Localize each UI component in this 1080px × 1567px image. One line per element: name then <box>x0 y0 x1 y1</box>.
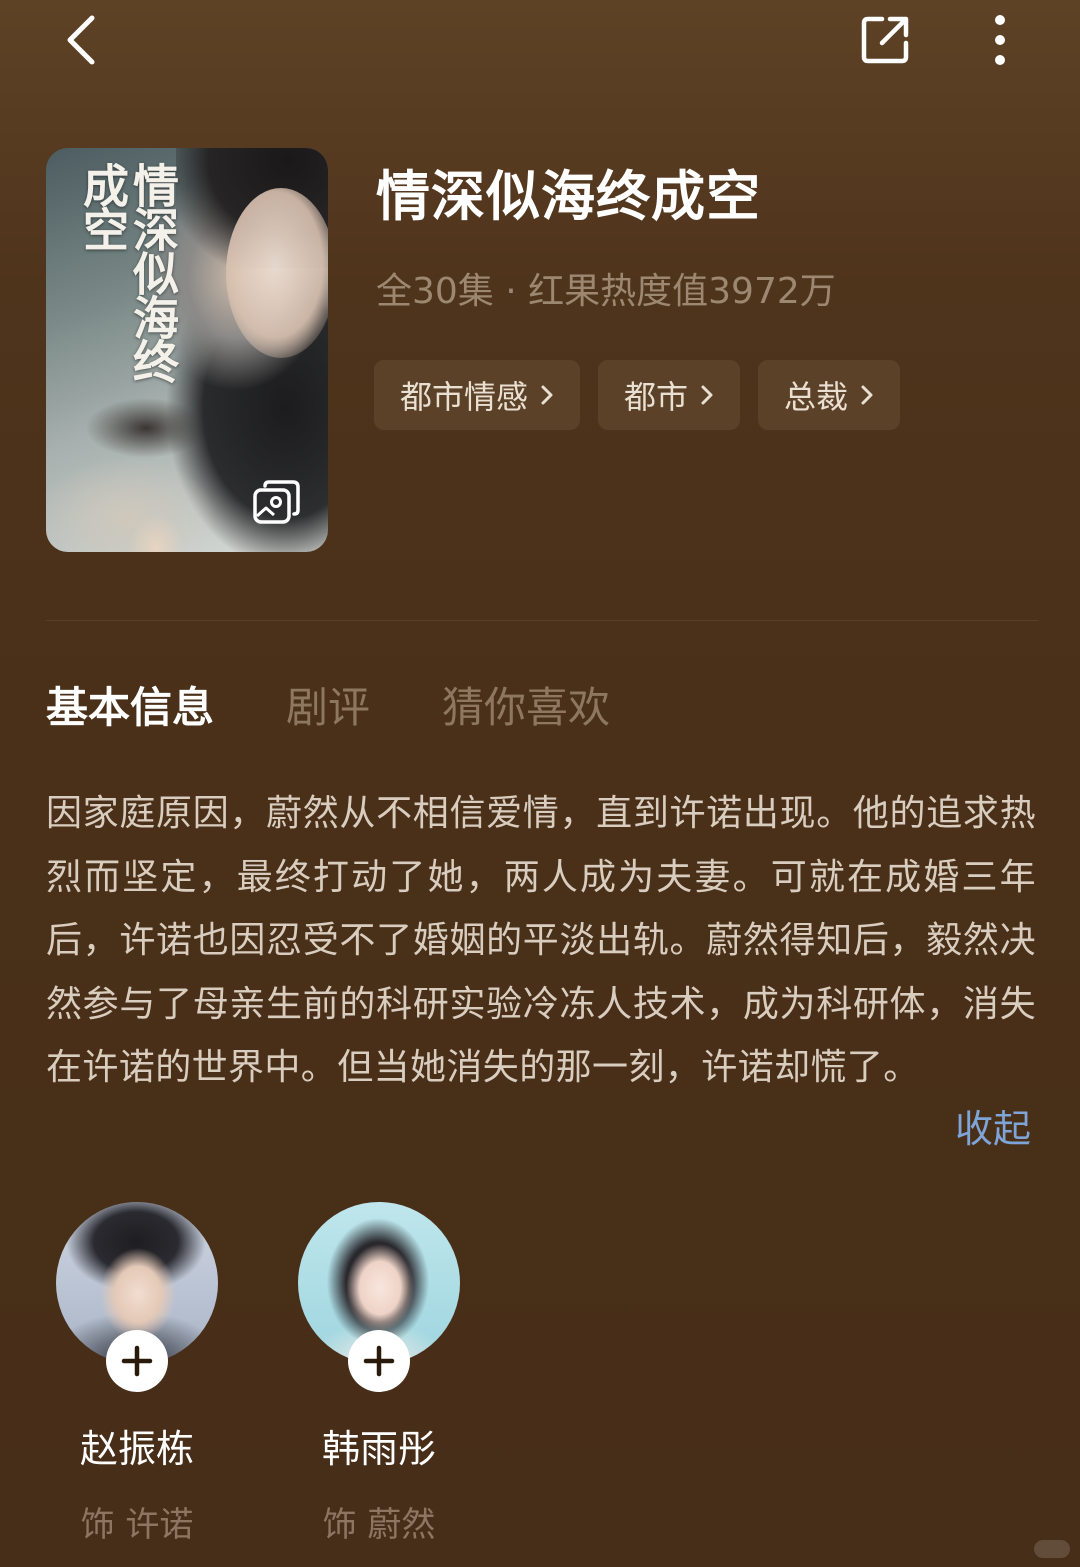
chevron-right-icon <box>861 385 873 405</box>
back-button[interactable] <box>50 8 110 72</box>
poster-artwork-face <box>226 188 328 358</box>
chevron-right-icon <box>541 385 553 405</box>
follow-button[interactable] <box>106 1330 168 1392</box>
tab-basic-info[interactable]: 基本信息 <box>46 674 214 735</box>
share-button[interactable] <box>852 8 918 72</box>
actor-role: 饰 许诺 <box>80 1505 194 1545</box>
chevron-left-icon <box>67 15 95 65</box>
cast-card[interactable]: 赵振栋 饰 许诺 <box>52 1202 222 1546</box>
avatar[interactable] <box>298 1202 460 1392</box>
tag-button[interactable]: 都市情感 <box>374 360 581 430</box>
tab-recommendations[interactable]: 猜你喜欢 <box>442 674 610 735</box>
tag-label: 都市情感 <box>400 378 529 416</box>
actor-name: 赵振栋 <box>79 1427 194 1471</box>
follow-button[interactable] <box>348 1330 410 1392</box>
tag-button[interactable]: 都市 <box>598 360 741 430</box>
tag-button[interactable]: 总裁 <box>758 360 901 430</box>
tab-bar: 基本信息 剧评 猜你喜欢 <box>46 674 682 735</box>
watermark-badge <box>1034 1540 1070 1558</box>
drama-title: 情深似海终成空 <box>376 165 761 228</box>
tab-reviews[interactable]: 剧评 <box>286 674 370 735</box>
top-bar <box>0 0 1080 90</box>
section-divider <box>46 620 1038 621</box>
more-vertical-icon <box>995 15 1005 65</box>
synopsis-text: 因家庭原因，蔚然从不相信爱情，直到许诺出现。他的追求热烈而坚定，最终打动了她，两… <box>46 793 1036 1088</box>
poster-title-calligraphy: 情深似海终成空 <box>76 162 180 382</box>
actor-role: 饰 蔚然 <box>322 1505 436 1545</box>
collapse-link[interactable]: 收起 <box>955 1098 1031 1153</box>
poster-artwork-figure <box>46 398 226 552</box>
drama-meta: 全30集 · 红果热度值3972万 <box>376 271 836 312</box>
gallery-icon <box>253 480 300 524</box>
drama-detail-page: 情深似海终成空 情深似海终成空 全30集 · 红果热度值3972万 都市情感 都… <box>0 0 1080 1567</box>
cast-card[interactable]: 韩雨彤 饰 蔚然 <box>294 1202 464 1546</box>
share-icon <box>861 16 909 64</box>
more-button[interactable] <box>974 8 1026 72</box>
chevron-right-icon <box>701 385 713 405</box>
plus-icon <box>121 1345 153 1377</box>
plus-icon <box>363 1345 395 1377</box>
avatar[interactable] <box>56 1202 218 1392</box>
actor-name: 韩雨彤 <box>321 1427 436 1471</box>
tag-label: 总裁 <box>784 378 849 416</box>
tag-label: 都市 <box>624 378 689 416</box>
gallery-button[interactable] <box>252 478 302 526</box>
tag-list: 都市情感 都市 总裁 <box>374 360 901 430</box>
